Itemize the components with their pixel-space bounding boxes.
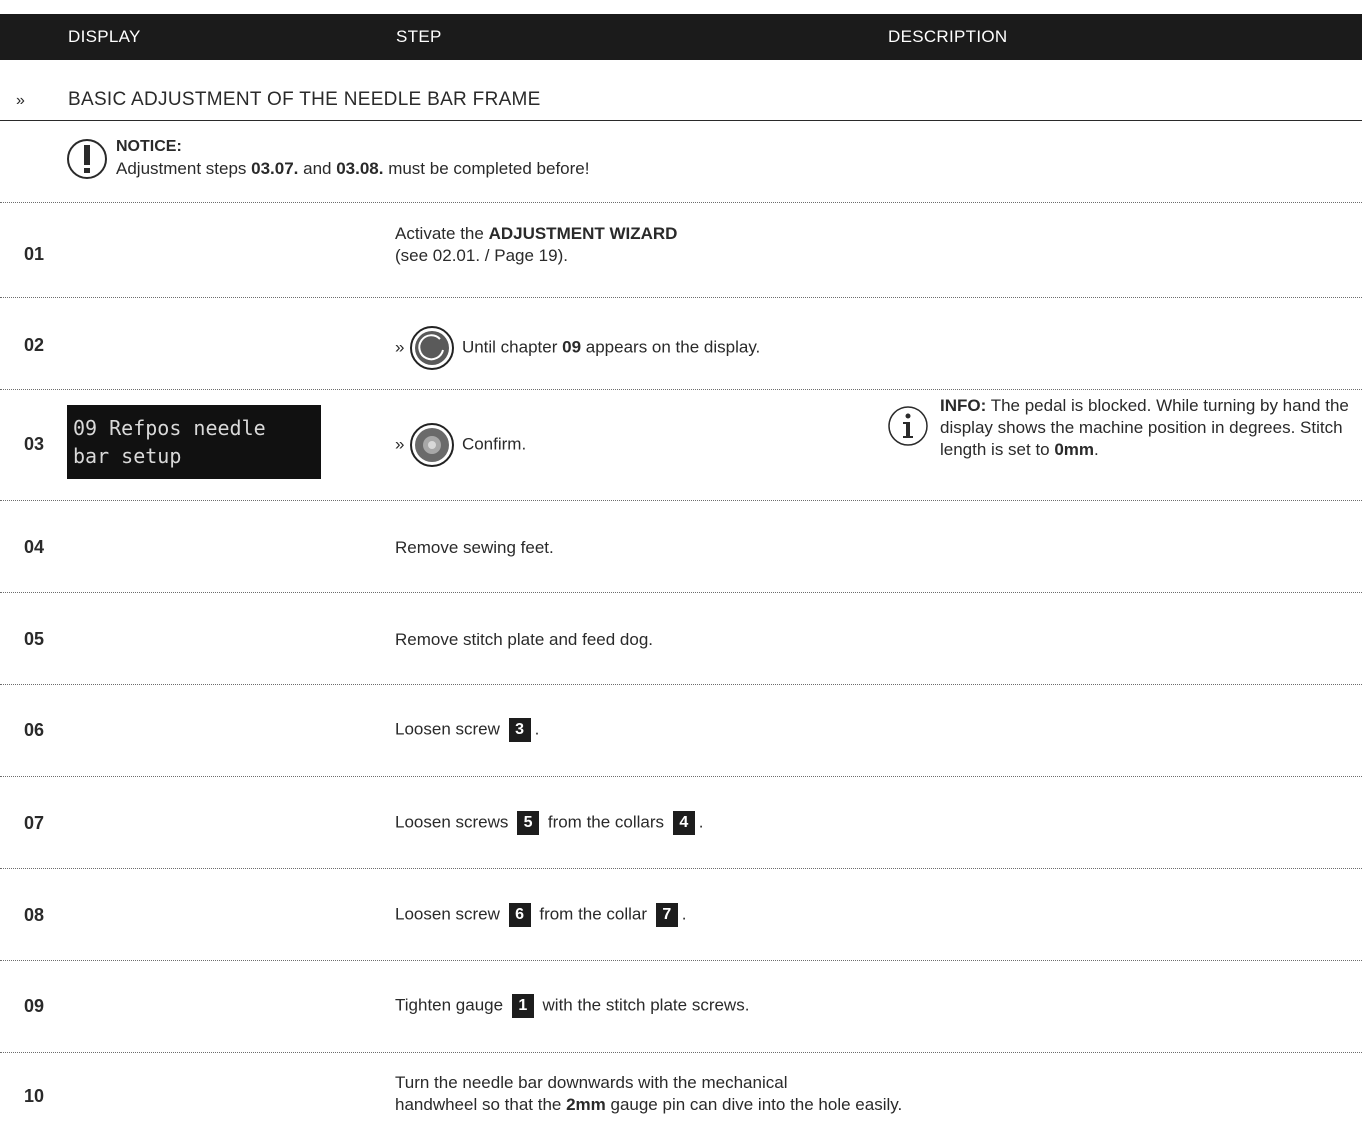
step-number: 05 [24, 629, 45, 649]
step-number: 08 [24, 905, 45, 925]
part-number-badge: 4 [672, 811, 695, 835]
section-title: BASIC ADJUSTMENT OF THE NEEDLE BAR FRAME [68, 89, 541, 110]
lcd-line-2: bar setup [73, 444, 182, 468]
header-description: DESCRIPTION [888, 27, 1008, 46]
step-text: Loosen screw 6 from the collar 7. [395, 903, 687, 927]
row-divider [0, 868, 1362, 869]
step-text: Turn the needle bar downwards with the m… [395, 1073, 903, 1114]
notice-text: Adjustment steps 03.07. and 03.08. must … [116, 159, 590, 178]
step-number: 06 [24, 720, 45, 740]
step-text: Loosen screws 5 from the collars 4. [395, 811, 704, 835]
step-text: Activate the ADJUSTMENT WIZARD (see 02.0… [395, 224, 678, 265]
part-number-badge: 6 [508, 903, 531, 927]
table-header: DISPLAY STEP DESCRIPTION [0, 14, 1362, 60]
step-text: » Until chapter 09 appears on the displa… [395, 325, 760, 371]
notice-title: NOTICE: [116, 138, 182, 155]
row-divider [0, 297, 1362, 298]
row-divider [0, 684, 1362, 685]
header-step: STEP [396, 27, 442, 46]
section-arrow: » [16, 92, 26, 109]
part-number-badge: 3 [508, 718, 531, 742]
step-number: 02 [24, 335, 45, 355]
info-box: INFO: The pedal is blocked. While turnin… [887, 395, 1357, 491]
info-text: INFO: The pedal is blocked. While turnin… [940, 396, 1349, 459]
row-divider [0, 776, 1362, 777]
lcd-line-1: 09 Refpos needle [73, 416, 266, 440]
rotate-knob-icon [410, 326, 455, 370]
part-number-badge: 7 [655, 903, 678, 927]
step-number: 03 [24, 434, 45, 454]
step-text: Tighten gauge 1 with the stitch plate sc… [395, 994, 749, 1018]
step-number: 04 [24, 537, 45, 557]
part-number-badge: 5 [517, 811, 540, 835]
step-text: » Confirm. [395, 422, 526, 468]
step-number: 07 [24, 813, 45, 833]
info-icon [888, 406, 928, 446]
step-number: 09 [24, 996, 45, 1016]
lcd-display: 09 Refpos needle bar setup [67, 405, 321, 479]
step-text: Loosen screw 3. [395, 718, 539, 742]
row-divider [0, 960, 1362, 961]
warning-icon [67, 139, 107, 179]
row-divider [0, 202, 1362, 203]
part-number-badge: 1 [511, 994, 534, 1018]
step-number: 10 [24, 1086, 45, 1106]
row-divider [0, 1052, 1362, 1053]
header-display: DISPLAY [68, 27, 141, 46]
row-divider [0, 592, 1362, 593]
row-divider [0, 389, 1362, 390]
confirm-knob-icon [410, 423, 455, 467]
section-heading: » BASIC ADJUSTMENT OF THE NEEDLE BAR FRA… [0, 84, 1362, 121]
notice-box: NOTICE: Adjustment steps 03.07. and 03.0… [66, 136, 1356, 180]
step-number: 01 [24, 244, 45, 264]
step-text: Remove stitch plate and feed dog. [395, 630, 653, 649]
step-text: Remove sewing feet. [395, 538, 554, 557]
row-divider [0, 500, 1362, 501]
